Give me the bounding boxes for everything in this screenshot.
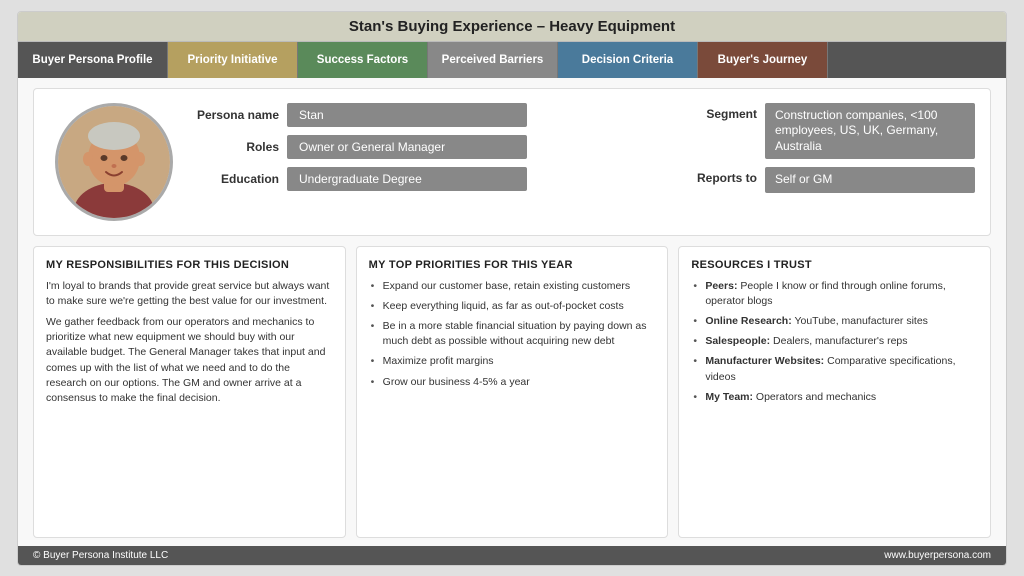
footer-left: © Buyer Persona Institute LLC — [33, 550, 168, 561]
education-value: Undergraduate Degree — [287, 167, 527, 191]
tab-journey[interactable]: Buyer's Journey — [698, 42, 828, 78]
nav-tabs: Buyer Persona Profile Priority Initiativ… — [18, 42, 1006, 78]
resources-list: Peers: People I know or find through onl… — [691, 279, 978, 411]
list-item: Manufacturer Websites: Comparative speci… — [691, 354, 978, 384]
footer-right: www.buyerpersona.com — [884, 550, 991, 561]
responsibilities-title: MY RESPONSIBILITIES FOR THIS DECISION — [46, 259, 333, 271]
responsibilities-para1: I'm loyal to brands that provide great s… — [46, 279, 333, 309]
cards-row: MY RESPONSIBILITIES FOR THIS DECISION I'… — [33, 246, 991, 538]
list-item: Grow our business 4-5% a year — [369, 375, 656, 390]
tab-priority[interactable]: Priority Initiative — [168, 42, 298, 78]
list-item: Peers: People I know or find through onl… — [691, 279, 978, 309]
roles-value: Owner or General Manager — [287, 135, 527, 159]
fields-area: Persona name Stan Roles Owner or General… — [189, 103, 665, 221]
list-item: Be in a more stable financial situation … — [369, 319, 656, 349]
list-item: Online Research: YouTube, manufacturer s… — [691, 314, 978, 329]
resources-card: RESOURCES I TRUST Peers: People I know o… — [678, 246, 991, 538]
right-fields: Segment Construction companies, <100 emp… — [675, 103, 975, 221]
reports-to-label: Reports to — [685, 167, 757, 185]
priorities-card: MY TOP PRIORITIES FOR THIS YEAR Expand o… — [356, 246, 669, 538]
page-title: Stan's Buying Experience – Heavy Equipme… — [18, 12, 1006, 42]
list-item: My Team: Operators and mechanics — [691, 390, 978, 405]
resources-title: RESOURCES I TRUST — [691, 259, 978, 271]
education-label: Education — [189, 172, 279, 186]
avatar — [55, 103, 173, 221]
tab-success[interactable]: Success Factors — [298, 42, 428, 78]
education-row: Education Undergraduate Degree — [189, 167, 665, 191]
reports-to-value: Self or GM — [765, 167, 975, 193]
segment-row: Segment Construction companies, <100 emp… — [685, 103, 975, 160]
list-item: Keep everything liquid, as far as out-of… — [369, 299, 656, 314]
persona-name-label: Persona name — [189, 108, 279, 122]
reports-to-row: Reports to Self or GM — [685, 167, 975, 193]
responsibilities-card: MY RESPONSIBILITIES FOR THIS DECISION I'… — [33, 246, 346, 538]
tab-barriers[interactable]: Perceived Barriers — [428, 42, 558, 78]
tab-buyer-persona[interactable]: Buyer Persona Profile — [18, 42, 168, 78]
profile-section: Persona name Stan Roles Owner or General… — [33, 88, 991, 236]
segment-label: Segment — [685, 103, 757, 121]
priorities-list: Expand our customer base, retain existin… — [369, 279, 656, 395]
persona-name-row: Persona name Stan — [189, 103, 665, 127]
main-container: Stan's Buying Experience – Heavy Equipme… — [17, 11, 1007, 566]
footer: © Buyer Persona Institute LLC www.buyerp… — [18, 546, 1006, 565]
roles-label: Roles — [189, 140, 279, 154]
responsibilities-para2: We gather feedback from our operators an… — [46, 315, 333, 406]
segment-value: Construction companies, <100 employees, … — [765, 103, 975, 160]
priorities-title: MY TOP PRIORITIES FOR THIS YEAR — [369, 259, 656, 271]
list-item: Maximize profit margins — [369, 354, 656, 369]
persona-name-value: Stan — [287, 103, 527, 127]
avatar-area — [49, 103, 179, 221]
roles-row: Roles Owner or General Manager — [189, 135, 665, 159]
content-area: Persona name Stan Roles Owner or General… — [18, 78, 1006, 546]
list-item: Expand our customer base, retain existin… — [369, 279, 656, 294]
list-item: Salespeople: Dealers, manufacturer's rep… — [691, 334, 978, 349]
tab-decision[interactable]: Decision Criteria — [558, 42, 698, 78]
